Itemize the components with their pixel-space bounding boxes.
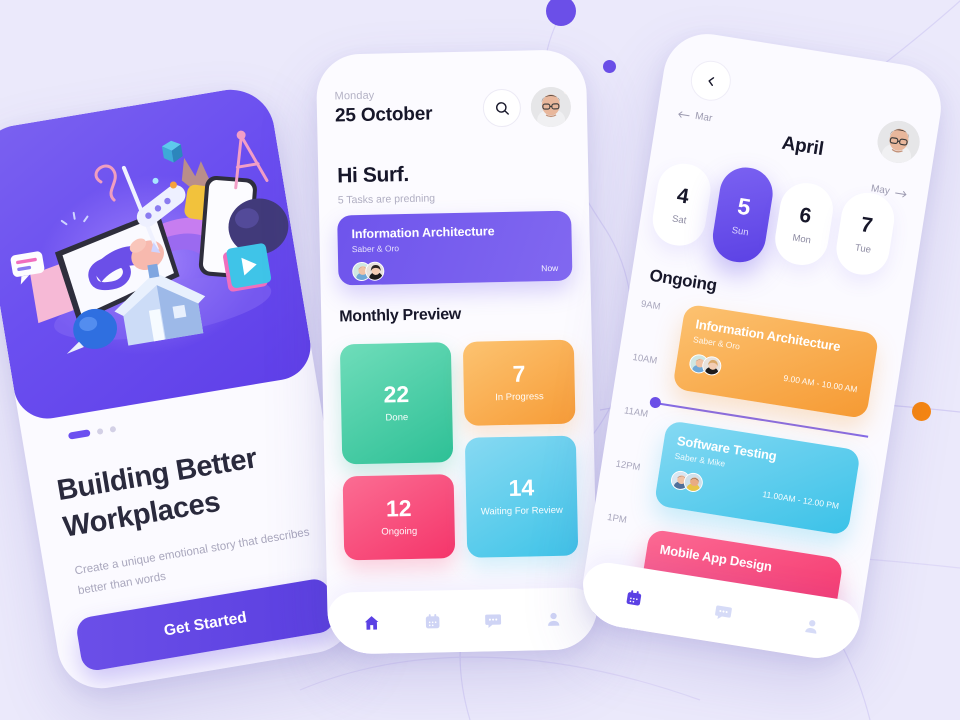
stat-card-waiting-for-review[interactable]: 14 Waiting For Review: [464, 435, 579, 558]
day-chip-7[interactable]: 7 Tue: [832, 189, 898, 279]
event-avatar-stack: [688, 352, 723, 377]
onboarding-pagination[interactable]: [67, 425, 117, 440]
date-label: 25 October: [334, 103, 433, 127]
event-card-software-testing[interactable]: Software Testing Saber & Mike 11.00AM - …: [653, 420, 861, 536]
stat-value: 14: [508, 474, 535, 501]
pending-tasks-label: 5 Tasks are predning: [337, 192, 436, 207]
prev-month-button[interactable]: Mar: [676, 108, 713, 124]
day-number: 4: [675, 183, 691, 209]
timeline-hour: 12PM: [614, 458, 642, 474]
month-title: April: [780, 132, 825, 161]
day-weekday: Mon: [791, 232, 812, 246]
tab-calendar[interactable]: [415, 604, 450, 639]
event-time: 9.00 AM - 10.00 AM: [782, 372, 859, 394]
home-tabbar: [327, 587, 599, 655]
avatar-face: [874, 117, 923, 166]
calendar-icon: [626, 590, 642, 606]
user-avatar[interactable]: [530, 86, 572, 128]
ongoing-title: Ongoing: [648, 265, 719, 296]
pagination-dot-active[interactable]: [67, 429, 91, 440]
member-avatar: [682, 471, 705, 494]
task-members: Saber & Oro: [351, 243, 400, 255]
pagination-dot[interactable]: [109, 425, 117, 433]
tab-messages[interactable]: [703, 593, 742, 632]
date-block: Monday 25 October: [334, 87, 483, 127]
home-icon: [365, 616, 379, 630]
stats-grid: 22 Done 12 Ongoing 7 In Progress 14 Wait…: [339, 339, 579, 561]
task-avatar-stack: [352, 261, 385, 282]
tab-calendar[interactable]: [615, 579, 654, 618]
chat-icon: [714, 604, 732, 619]
onboarding-hero: [0, 83, 316, 424]
back-button[interactable]: [687, 57, 734, 104]
stat-value: 7: [512, 360, 526, 387]
day-weekday: Sun: [730, 224, 750, 238]
stat-label: Done: [385, 412, 409, 424]
stat-label: Ongoing: [381, 525, 418, 538]
member-avatar: [365, 261, 385, 281]
member-avatar: [700, 355, 723, 377]
day-number: 6: [797, 202, 814, 228]
task-status: Now: [541, 262, 559, 273]
arrow-left-icon: [678, 110, 690, 118]
orange-dot-right: [912, 402, 931, 421]
day-number: 5: [735, 192, 753, 220]
tab-messages[interactable]: [476, 603, 511, 638]
current-task-card[interactable]: Information Architecture Saber & Oro Now: [337, 210, 573, 286]
person-icon: [805, 620, 817, 634]
person-icon: [547, 612, 560, 626]
screenshot-canvas: Building Better Workplaces Create a uniq…: [0, 0, 960, 720]
stat-value: 22: [383, 381, 410, 408]
tab-profile[interactable]: [792, 607, 831, 646]
task-title: Information Architecture: [351, 224, 495, 242]
calendar-icon: [425, 614, 440, 629]
day-chip-6[interactable]: 6 Mon: [771, 179, 837, 269]
prev-month-label: Mar: [694, 110, 714, 125]
event-avatar-stack: [669, 469, 705, 494]
chat-icon: [484, 613, 501, 628]
day-chip-4[interactable]: 4 Sat: [649, 160, 715, 250]
stat-label: In Progress: [495, 391, 544, 404]
greeting-title: Hi Surf.: [337, 162, 409, 188]
notification-badge: [563, 86, 572, 95]
search-button[interactable]: [482, 88, 522, 128]
purple-dot-small: [603, 60, 616, 73]
search-icon: [495, 101, 509, 115]
tab-home[interactable]: [355, 605, 390, 640]
day-weekday: Sat: [671, 212, 688, 227]
stat-card-in-progress[interactable]: 7 In Progress: [462, 339, 576, 426]
day-weekday: Tue: [854, 241, 872, 256]
monthly-preview-title: Monthly Preview: [339, 305, 462, 326]
event-time: 11.00AM - 12.00 PM: [761, 488, 840, 511]
stat-label: Waiting For Review: [480, 504, 563, 518]
workspace-3d-illustration: [10, 130, 289, 354]
day-chip-5-selected[interactable]: 5 Sun: [709, 163, 777, 266]
home-phone: Monday 25 October Hi Surf. 5 Tasks are p…: [315, 49, 599, 655]
stat-card-done[interactable]: 22 Done: [339, 342, 454, 465]
day-number: 7: [859, 212, 875, 238]
stat-value: 12: [385, 494, 412, 522]
event-card-information-architecture[interactable]: Information Architecture Saber & Oro 9.0…: [672, 303, 880, 420]
weekday-label: Monday: [334, 89, 375, 103]
chevron-left-icon: [708, 76, 714, 86]
schedule-user-avatar[interactable]: [874, 117, 923, 166]
home-header: Monday 25 October: [334, 86, 572, 132]
pagination-dot[interactable]: [96, 427, 104, 435]
stat-card-ongoing[interactable]: 12 Ongoing: [342, 474, 456, 561]
tab-profile[interactable]: [536, 602, 571, 637]
